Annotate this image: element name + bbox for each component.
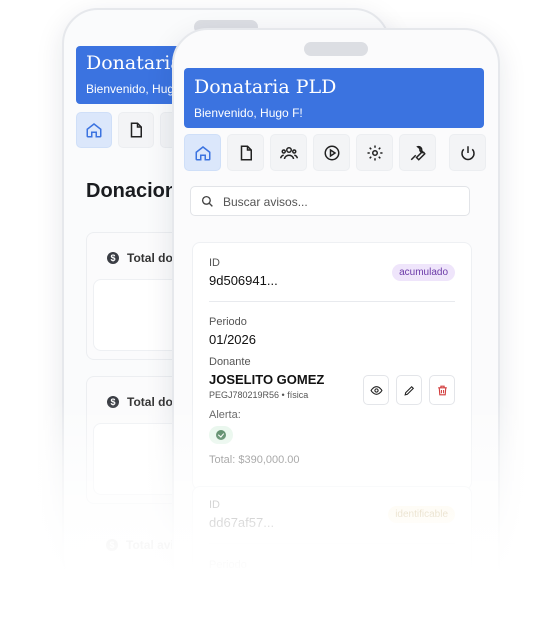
nav-tools-button[interactable] [399, 134, 436, 171]
divider [209, 543, 455, 544]
app-header: Donataria PLD Bienvenido, Hugo F! [184, 68, 484, 128]
search-input[interactable] [221, 191, 465, 213]
welcome-text: Bienvenido, Hugo F! [194, 106, 303, 120]
nav-play-button[interactable] [313, 134, 350, 171]
settings-icon [367, 145, 382, 160]
status-badge: acumulado [392, 264, 455, 281]
dollar-coin-icon: $ [107, 396, 119, 408]
record-card: ID dd67af57... identificable Periodo [192, 486, 472, 610]
nav-documents-button[interactable] [227, 134, 264, 171]
play-icon [324, 145, 339, 160]
view-button[interactable] [363, 375, 389, 405]
document-icon [130, 122, 142, 138]
wrench-icon [410, 145, 426, 161]
search-icon [201, 195, 213, 207]
phone-notch [304, 42, 368, 56]
status-badge: identificable [388, 506, 455, 523]
period-label: Periodo [209, 316, 247, 328]
trash-icon [437, 385, 447, 395]
nav-settings-button[interactable] [356, 134, 393, 171]
home-icon [195, 145, 210, 160]
front-phone-mockup: Donataria PLD Bienvenido, Hugo F! ID [172, 28, 500, 612]
logout-button[interactable] [449, 134, 486, 171]
donor-name: JOSELITO GOMEZ [209, 372, 325, 387]
home-icon [86, 123, 102, 138]
power-icon [460, 145, 475, 160]
app-title: Donataria PLD [194, 76, 337, 98]
record-id: dd67af57... [209, 515, 275, 530]
nav-home-button[interactable] [76, 112, 112, 148]
search-box [190, 186, 470, 216]
dollar-coin-icon: $ [106, 539, 118, 551]
record-card: ID 9d506941... acumulado Periodo 01/2026… [192, 242, 472, 490]
nav-users-button[interactable] [270, 134, 307, 171]
nav-home-button[interactable] [184, 134, 221, 171]
alert-label: Alerta: [209, 409, 241, 421]
nav-documents-button[interactable] [118, 112, 154, 148]
users-icon [279, 146, 298, 159]
divider [209, 301, 455, 302]
eye-icon [369, 385, 383, 395]
edit-button[interactable] [396, 375, 422, 405]
id-label: ID [209, 499, 220, 511]
alert-ok-badge [209, 426, 233, 444]
period-label: Periodo [209, 559, 247, 571]
check-icon [216, 430, 226, 440]
id-label: ID [209, 257, 220, 269]
period-value: 01/2026 [209, 332, 256, 347]
document-icon [240, 145, 252, 160]
donor-label: Donante [209, 356, 251, 368]
delete-button[interactable] [429, 375, 455, 405]
record-id: 9d506941... [209, 273, 278, 288]
dollar-coin-icon: $ [107, 252, 119, 264]
nav-bar [184, 134, 486, 171]
pencil-icon [403, 385, 414, 396]
total-amount: Total: $390,000.00 [209, 454, 300, 466]
donor-rfc: PEGJ780219R56 • física [209, 390, 309, 400]
